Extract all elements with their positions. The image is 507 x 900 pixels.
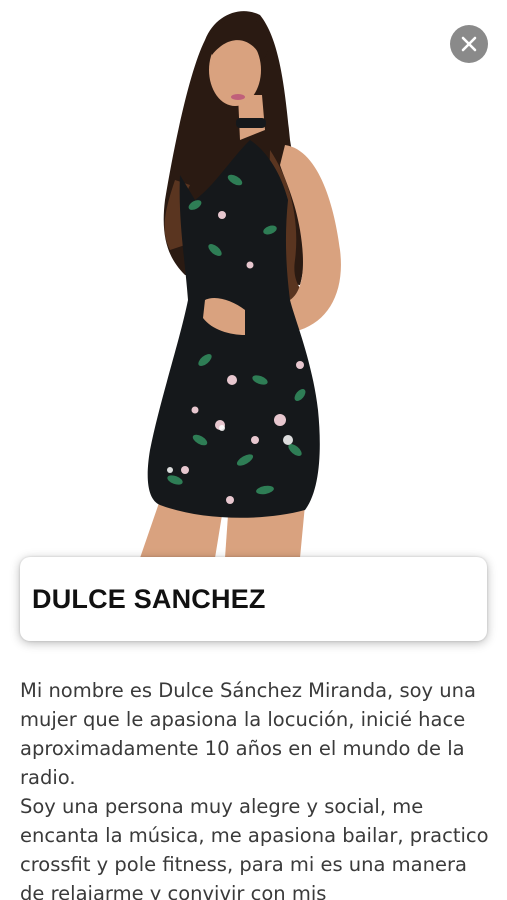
close-icon	[461, 36, 477, 52]
profile-photo	[0, 0, 507, 560]
woman-in-floral-dress-image	[140, 11, 341, 558]
profile-name: DULCE SANCHEZ	[32, 583, 266, 614]
name-card: DULCE SANCHEZ	[20, 557, 487, 641]
profile-bio: Mi nombre es Dulce Sánchez Miranda, soy …	[20, 676, 490, 900]
bio-paragraph: Soy una persona muy alegre y social, me …	[20, 795, 489, 900]
bio-paragraph: Mi nombre es Dulce Sánchez Miranda, soy …	[20, 679, 476, 789]
close-button[interactable]	[450, 25, 488, 63]
